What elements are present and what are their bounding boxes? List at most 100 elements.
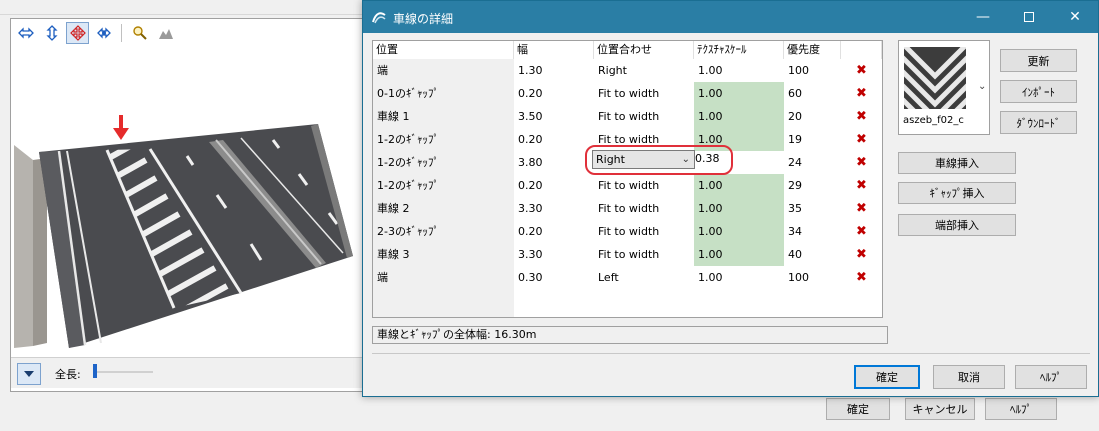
delete-row-button[interactable]: ✖: [841, 243, 882, 266]
table-row[interactable]: 車線 3 3.30 Fit to width 1.00 40 ✖: [373, 243, 882, 266]
cell-alignment[interactable]: Fit to width: [594, 243, 694, 266]
cell-position[interactable]: 1-2のｷﾞｬｯﾌﾟ: [373, 151, 514, 174]
move-all-icon[interactable]: [66, 22, 89, 44]
delete-row-button[interactable]: ✖: [841, 59, 882, 82]
cell-priority[interactable]: 35: [784, 197, 841, 220]
cell-texture-scale[interactable]: 1.00: [694, 266, 784, 289]
cell-width[interactable]: 0.20: [514, 220, 594, 243]
move-vertical-icon[interactable]: [40, 22, 63, 44]
column-header-texture-scale[interactable]: ﾃｸｽﾁｬｽｹｰﾙ: [694, 41, 784, 59]
cell-alignment[interactable]: Fit to width: [594, 174, 694, 197]
cell-width[interactable]: 0.20: [514, 174, 594, 197]
table-row[interactable]: 車線 1 3.50 Fit to width 1.00 20 ✖: [373, 105, 882, 128]
delete-row-button[interactable]: ✖: [841, 266, 882, 289]
insert-gap-button[interactable]: ｷﾞｬｯﾌﾟ挿入: [898, 182, 1016, 204]
move-horizontal-icon[interactable]: [14, 22, 37, 44]
table-row[interactable]: 車線 2 3.30 Fit to width 1.00 35 ✖: [373, 197, 882, 220]
texture-name: aszeb_f02_c: [903, 115, 964, 126]
rotate-icon[interactable]: [92, 22, 115, 44]
insert-edge-button[interactable]: 端部挿入: [898, 214, 1016, 236]
cell-alignment[interactable]: Fit to width: [594, 197, 694, 220]
cell-priority[interactable]: 60: [784, 82, 841, 105]
delete-row-button[interactable]: ✖: [841, 220, 882, 243]
column-header-alignment[interactable]: 位置合わせ: [594, 41, 694, 59]
delete-row-button[interactable]: ✖: [841, 197, 882, 220]
cell-texture-scale[interactable]: 1.00: [694, 174, 784, 197]
cell-texture-scale[interactable]: 1.00: [694, 105, 784, 128]
table-row[interactable]: 2-3のｷﾞｬｯﾌﾟ 0.20 Fit to width 1.00 34 ✖: [373, 220, 882, 243]
cell-width[interactable]: 1.30: [514, 59, 594, 82]
minimize-icon[interactable]: —: [960, 1, 1006, 33]
close-icon[interactable]: ✕: [1052, 1, 1098, 33]
delete-x-icon: ✖: [856, 270, 867, 285]
update-button[interactable]: 更新: [1000, 49, 1077, 72]
cell-position[interactable]: 車線 2: [373, 197, 514, 220]
cell-alignment[interactable]: Fit to width: [594, 82, 694, 105]
cell-alignment[interactable]: Right: [594, 59, 694, 82]
cell-width[interactable]: 0.30: [514, 266, 594, 289]
table-row[interactable]: 端 0.30 Left 1.00 100 ✖: [373, 266, 882, 289]
maximize-icon[interactable]: [1006, 1, 1052, 33]
import-button[interactable]: ｲﾝﾎﾟｰﾄ: [1000, 80, 1077, 103]
delete-row-button[interactable]: ✖: [841, 151, 882, 174]
collapse-button[interactable]: [17, 363, 41, 385]
cancel-button[interactable]: 取消: [933, 365, 1005, 389]
cell-priority[interactable]: 100: [784, 266, 841, 289]
cell-priority[interactable]: 20: [784, 105, 841, 128]
cell-position[interactable]: 0-1のｷﾞｬｯﾌﾟ: [373, 82, 514, 105]
mountain-icon[interactable]: [154, 22, 177, 44]
download-button[interactable]: ﾀﾞｳﾝﾛｰﾄﾞ: [1000, 111, 1077, 134]
cell-alignment[interactable]: Left: [594, 266, 694, 289]
column-header-width[interactable]: 幅: [514, 41, 594, 59]
delete-row-button[interactable]: ✖: [841, 105, 882, 128]
cell-width[interactable]: 3.80: [514, 151, 594, 174]
cell-priority[interactable]: 40: [784, 243, 841, 266]
cell-texture-scale[interactable]: 1.00: [694, 59, 784, 82]
chevron-down-icon[interactable]: ⌄: [978, 81, 986, 92]
cell-position[interactable]: 1-2のｷﾞｬｯﾌﾟ: [373, 174, 514, 197]
ok-button[interactable]: 確定: [854, 365, 920, 389]
background-cancel-button[interactable]: キャンセル: [905, 398, 975, 420]
delete-row-button[interactable]: ✖: [841, 174, 882, 197]
dialog-title-bar[interactable]: 車線の詳細 — ✕: [363, 1, 1098, 33]
delete-row-button[interactable]: ✖: [841, 82, 882, 105]
length-slider-track[interactable]: [93, 371, 153, 373]
cell-position[interactable]: 1-2のｷﾞｬｯﾌﾟ: [373, 128, 514, 151]
cell-alignment[interactable]: Fit to width: [594, 105, 694, 128]
length-slider-thumb[interactable]: [93, 364, 97, 378]
cell-texture-scale[interactable]: 1.00: [694, 197, 784, 220]
texture-preview[interactable]: aszeb_f02_c ⌄: [898, 40, 990, 135]
cell-position[interactable]: 2-3のｷﾞｬｯﾌﾟ: [373, 220, 514, 243]
cell-priority[interactable]: 24: [784, 151, 841, 174]
cell-position[interactable]: 端: [373, 59, 514, 82]
insert-lane-button[interactable]: 車線挿入: [898, 152, 1016, 174]
road-3d-viewport[interactable]: [11, 48, 365, 355]
cell-width[interactable]: 3.30: [514, 243, 594, 266]
column-header-priority[interactable]: 優先度: [784, 41, 841, 59]
cell-priority[interactable]: 34: [784, 220, 841, 243]
cell-priority[interactable]: 29: [784, 174, 841, 197]
cell-width[interactable]: 3.50: [514, 105, 594, 128]
cell-width[interactable]: 3.30: [514, 197, 594, 220]
cell-position[interactable]: 車線 1: [373, 105, 514, 128]
cell-texture-scale[interactable]: 1.00: [694, 82, 784, 105]
cell-priority[interactable]: 100: [784, 59, 841, 82]
zoom-icon[interactable]: [128, 22, 151, 44]
cell-width[interactable]: 0.20: [514, 82, 594, 105]
help-button[interactable]: ﾍﾙﾌﾟ: [1015, 365, 1087, 389]
cell-texture-scale[interactable]: 1.00: [694, 243, 784, 266]
table-row[interactable]: 1-2のｷﾞｬｯﾌﾟ 0.20 Fit to width 1.00 29 ✖: [373, 174, 882, 197]
cell-texture-scale[interactable]: 1.00: [694, 220, 784, 243]
cell-alignment[interactable]: Fit to width: [594, 220, 694, 243]
column-header-position[interactable]: 位置: [373, 41, 514, 59]
table-row[interactable]: 端 1.30 Right 1.00 100 ✖: [373, 59, 882, 82]
background-ok-button[interactable]: 確定: [826, 398, 890, 420]
cell-position[interactable]: 車線 3: [373, 243, 514, 266]
background-help-button[interactable]: ﾍﾙﾌﾟ: [985, 398, 1057, 420]
delete-row-button[interactable]: ✖: [841, 128, 882, 151]
table-row[interactable]: 0-1のｷﾞｬｯﾌﾟ 0.20 Fit to width 1.00 60 ✖: [373, 82, 882, 105]
cell-priority[interactable]: 19: [784, 128, 841, 151]
texture-thumbnail: [904, 47, 966, 109]
cell-width[interactable]: 0.20: [514, 128, 594, 151]
cell-position[interactable]: 端: [373, 266, 514, 289]
